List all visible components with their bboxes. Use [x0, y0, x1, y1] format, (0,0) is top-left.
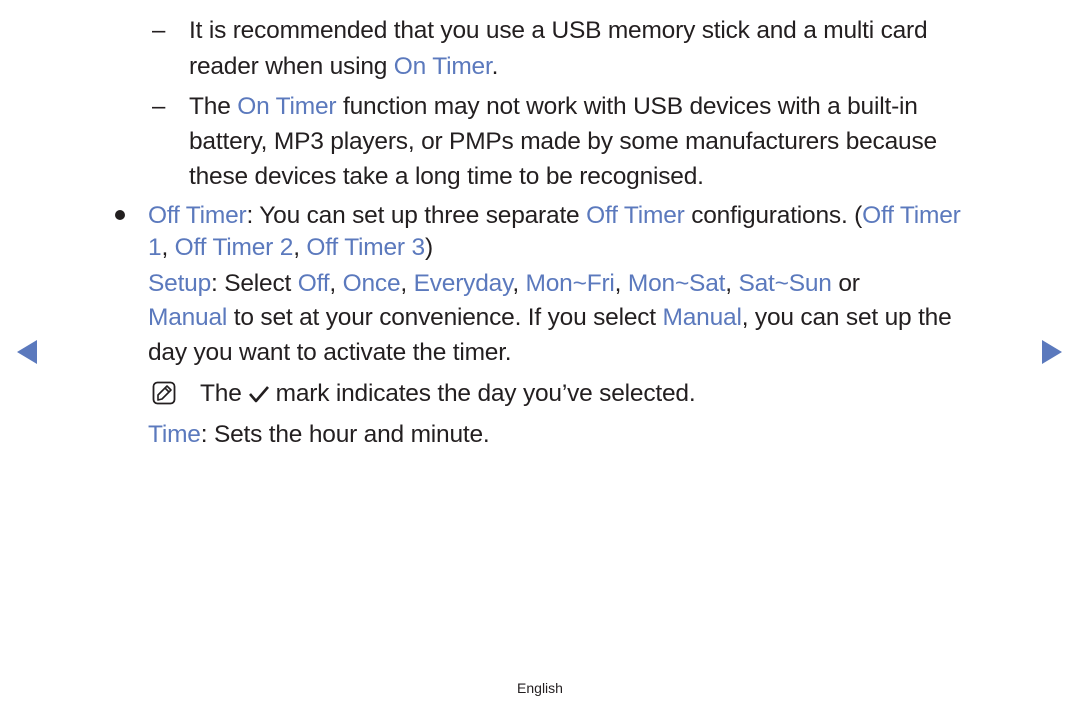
- text: : You can set up three separate: [246, 202, 587, 229]
- option-manual: Manual: [662, 304, 742, 331]
- time-line: Time: Sets the hour and minute.: [148, 421, 490, 448]
- note-2-line-2: battery, MP3 players, or PMPs made by so…: [189, 128, 937, 155]
- text: The: [200, 380, 242, 407]
- off-timer-term: Off Timer: [586, 202, 685, 229]
- previous-page-arrow-icon[interactable]: [17, 340, 37, 364]
- option-off: Off: [297, 270, 330, 297]
- text: : Sets the hour and minute.: [200, 421, 490, 448]
- text: ,: [614, 270, 628, 297]
- note-1-line-1: It is recommended that you use a USB mem…: [189, 17, 928, 44]
- option-mon-sat: Mon~Sat: [627, 270, 726, 297]
- dash-marker: –: [152, 93, 166, 120]
- setup-line-2: Manual to set at your convenience. If yo…: [148, 304, 952, 331]
- text: ): [424, 234, 433, 261]
- text: ,: [161, 234, 175, 261]
- option-once: Once: [342, 270, 401, 297]
- note-text: .: [491, 53, 499, 80]
- dash-marker: –: [152, 17, 166, 44]
- off-timer-2: Off Timer 2: [174, 234, 294, 261]
- text: : Select: [211, 270, 298, 297]
- text: to set at your convenience. If you selec…: [227, 304, 663, 331]
- setup-line-1: Setup: Select Off, Once, Everyday, Mon~F…: [148, 270, 860, 297]
- option-sat-sun: Sat~Sun: [738, 270, 832, 297]
- text: ,: [329, 270, 343, 297]
- note-line: The mark indicates the day you’ve selecte…: [200, 380, 696, 407]
- off-timer-term: Off Timer: [148, 202, 247, 229]
- note-text: The: [189, 93, 238, 120]
- setup-term: Setup: [148, 270, 212, 297]
- on-timer-term: On Timer: [393, 53, 492, 80]
- off-timer-line-2: 1, Off Timer 2, Off Timer 3): [148, 234, 433, 261]
- bullet-icon: [115, 210, 125, 220]
- off-timer-line-1: Off Timer: You can set up three separate…: [148, 202, 961, 229]
- note-text: It is recommended that you use a USB mem…: [189, 17, 928, 44]
- note-icon: [152, 381, 176, 405]
- note-1-line-2: reader when using On Timer.: [189, 53, 499, 80]
- option-manual: Manual: [148, 304, 228, 331]
- off-timer-1: 1: [148, 234, 162, 261]
- option-mon-fri: Mon~Fri: [525, 270, 615, 297]
- text: ,: [400, 270, 414, 297]
- note-text: reader when using: [189, 53, 394, 80]
- checkmark-icon: [248, 386, 269, 403]
- option-everyday: Everyday: [413, 270, 513, 297]
- off-timer-term: Off Timer: [862, 202, 961, 229]
- next-page-arrow-icon[interactable]: [1042, 340, 1062, 364]
- on-timer-term: On Timer: [237, 93, 337, 120]
- text: configurations. (: [684, 202, 863, 229]
- text: mark indicates the day you’ve selected.: [275, 380, 696, 407]
- note-text: function may not work with USB devices w…: [336, 93, 918, 120]
- note-2-line-3: these devices take a long time to be rec…: [189, 163, 704, 190]
- text: ,: [725, 270, 739, 297]
- footer-language: English: [517, 680, 563, 696]
- time-term: Time: [148, 421, 201, 448]
- text: ,: [512, 270, 526, 297]
- setup-line-3: day you want to activate the timer.: [148, 339, 512, 366]
- off-timer-3: Off Timer 3: [306, 234, 425, 261]
- text: ,: [293, 234, 307, 261]
- note-2-line-1: The On Timer function may not work with …: [189, 93, 918, 120]
- text: , you can set up the: [741, 304, 952, 331]
- text: or: [831, 270, 860, 297]
